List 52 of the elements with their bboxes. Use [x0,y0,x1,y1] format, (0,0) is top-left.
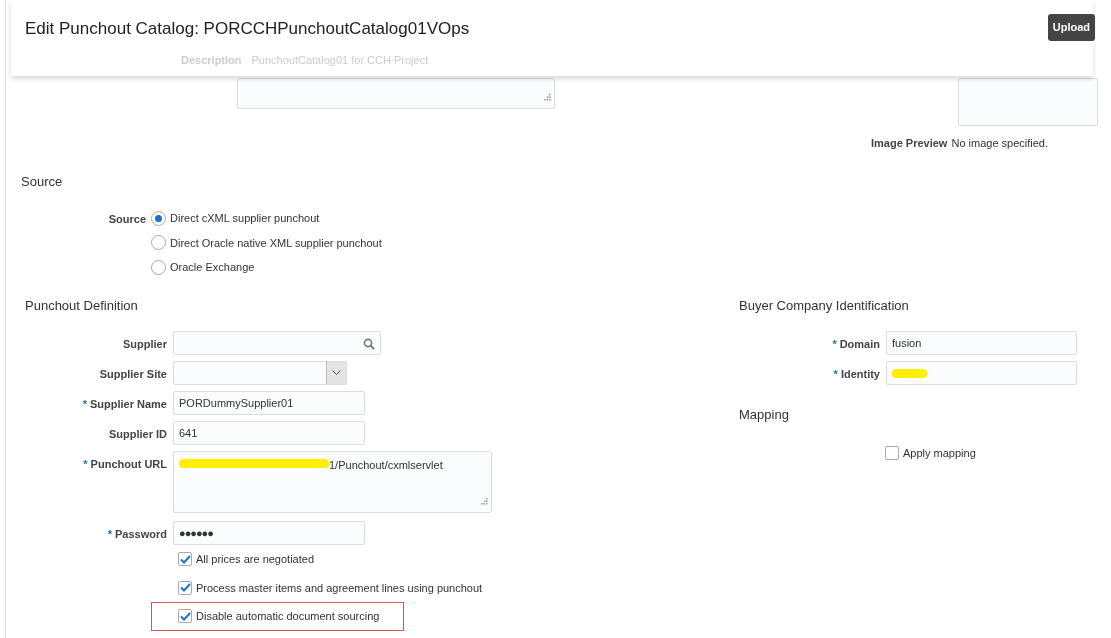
field-value: 641 [179,425,198,441]
field-label: Supplier Site [99,368,167,380]
checkbox[interactable] [885,445,899,460]
field-value: No image specified. [951,136,1049,151]
radio-button[interactable] [151,259,166,275]
option-label: Direct Oracle native XML supplier punchout [170,235,382,251]
checkbox-checked[interactable] [178,609,192,624]
field-label: Identity [840,368,880,380]
url-textarea[interactable]: 1/Punchout/cxmlservlet [173,451,492,513]
checkbox-label: All prices are negotiated [196,552,314,567]
required-asterisk: * [832,338,837,350]
input-field[interactable]: fusion [886,331,1077,355]
chevron-down-icon[interactable] [332,370,341,376]
checkbox-checked[interactable] [178,552,192,567]
field-value: ●●●●●● [179,525,213,541]
field-value: PORDummySupplier01 [179,395,294,411]
required-asterisk: * [82,398,87,410]
field-label: Supplier ID [108,428,167,440]
select-field[interactable] [173,361,347,385]
field-value: fusion [892,335,922,351]
description-textarea[interactable] [237,78,555,109]
radio-button[interactable] [151,235,166,251]
option-label: Direct cXML supplier punchout [170,211,320,226]
field-label: Supplier [123,338,167,350]
input-field[interactable]: PORDummySupplier01 [173,391,365,415]
field-label: Domain [839,338,880,350]
section-heading: Punchout Definition [25,296,139,315]
field-label: Image Preview [871,136,948,151]
field-value: 1/Punchout/cxmlservlet [329,458,443,473]
required-asterisk: * [833,368,838,380]
search-field[interactable] [173,331,381,355]
section-heading: Buyer Company Identification [739,296,910,315]
checkbox-label: Apply mapping [903,445,976,461]
field-label: Supplier Name [89,398,167,410]
input-field[interactable]: 641 [173,421,365,445]
field-label: Punchout URL [90,458,167,470]
option-label: Oracle Exchange [170,260,255,275]
page-title: Edit Punchout Catalog: PORCCHPunchoutCatalog01VOps [25,18,470,40]
section-heading: Source [21,172,64,191]
image-url-field[interactable] [958,78,1098,126]
required-asterisk: * [107,528,113,540]
required-asterisk: * [83,458,88,470]
checkbox-checked[interactable] [178,580,192,595]
password-field[interactable]: ●●●●●● [173,521,365,545]
radio-selected[interactable] [151,210,166,226]
checkbox-label: Process master items and agreement lines using punchout [196,580,483,596]
checkbox-label: Disable automatic document sourcing [196,609,380,624]
input-field[interactable] [886,361,1077,385]
section-heading: Mapping [739,406,790,424]
upload-button[interactable]: Upload [1047,14,1095,41]
field-label: Source [107,212,146,227]
field-label: Password [115,528,167,540]
